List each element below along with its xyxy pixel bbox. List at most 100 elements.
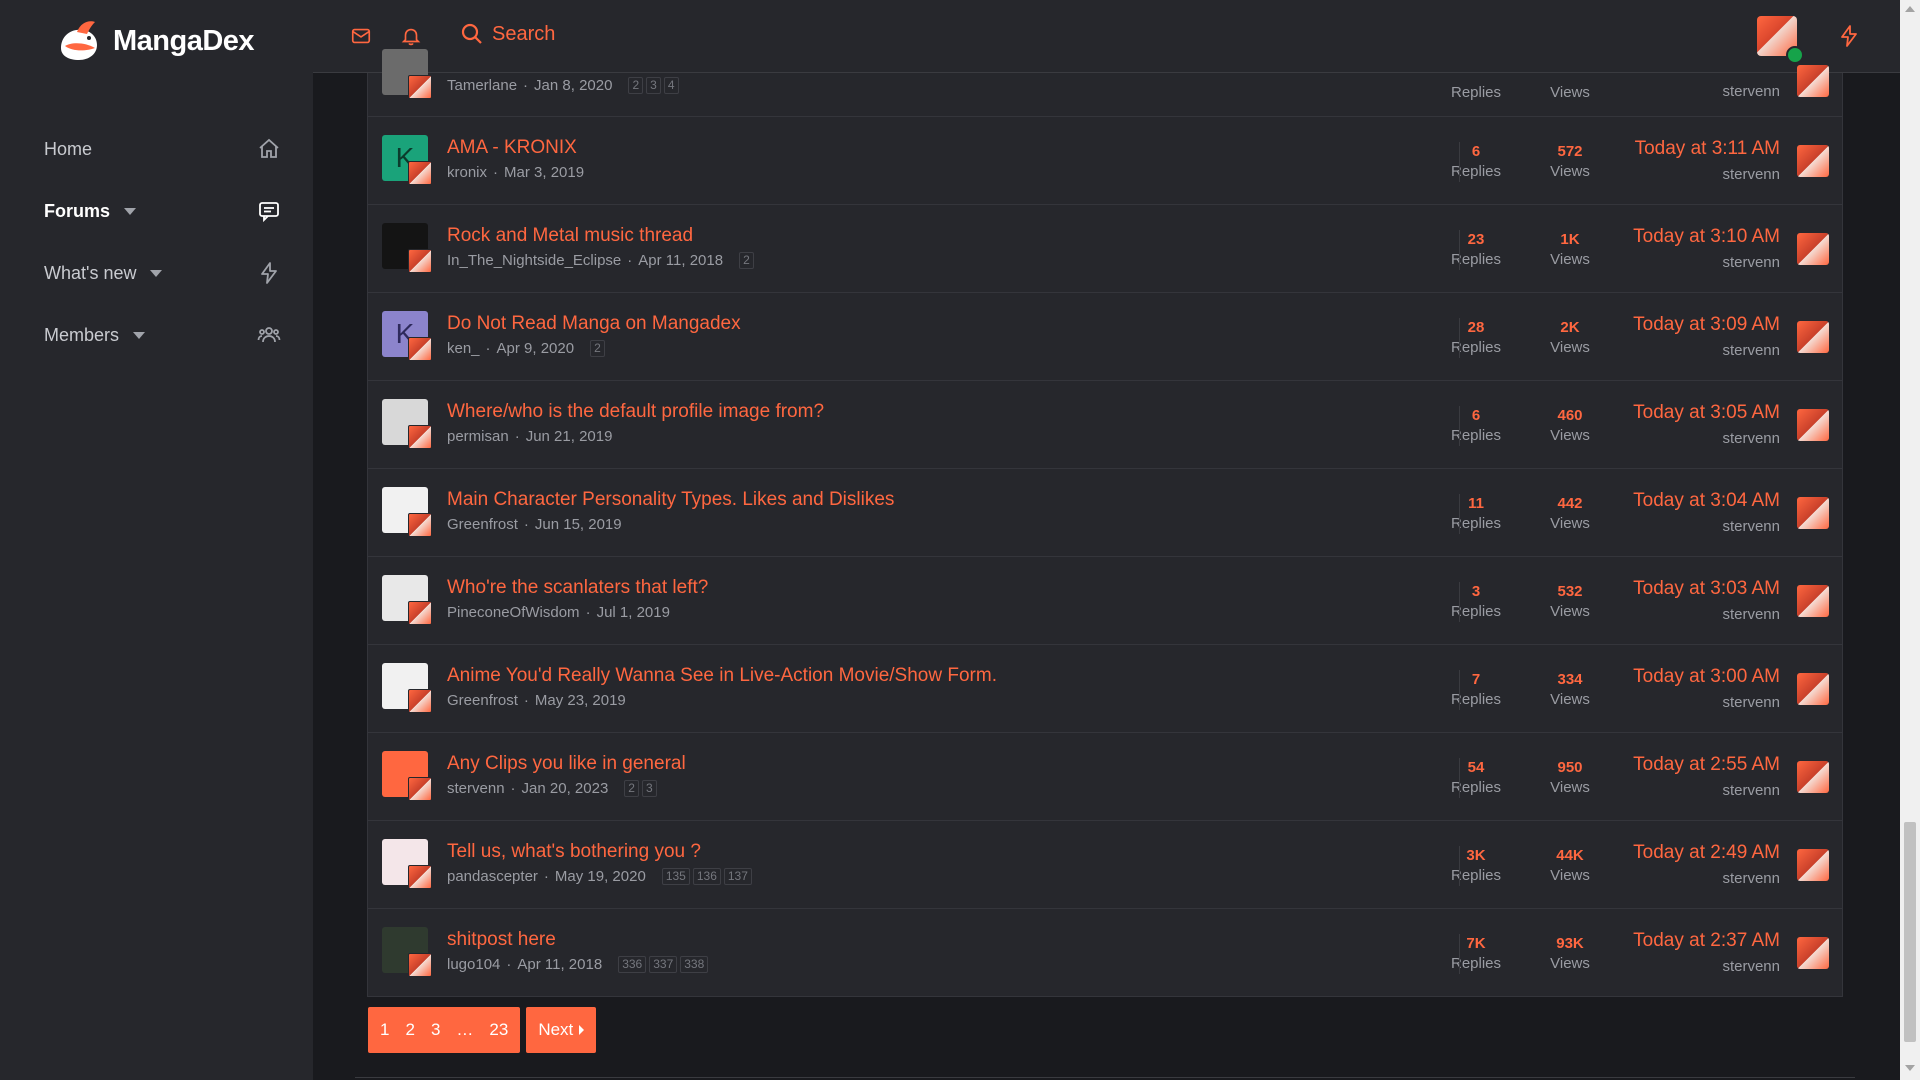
- thread-row[interactable]: Who're the scanlaters that left? Pinecone…: [368, 557, 1842, 645]
- thread-page-link[interactable]: 337: [649, 956, 678, 973]
- last-poster-name[interactable]: stervenn: [1633, 958, 1780, 975]
- scroll-down-arrow-icon[interactable]: [1905, 1065, 1915, 1071]
- thread-title[interactable]: shitpost here: [447, 929, 556, 951]
- thread-title[interactable]: Tell us, what's bothering you ?: [447, 841, 701, 863]
- thread-date[interactable]: Apr 11, 2018: [517, 956, 602, 973]
- thread-page-link[interactable]: 2: [628, 77, 644, 94]
- next-page-button[interactable]: Next: [526, 1007, 597, 1053]
- scrollbar-thumb[interactable]: [1904, 822, 1916, 1042]
- mail-icon[interactable]: [350, 25, 372, 47]
- last-poster-name[interactable]: stervenn: [1633, 782, 1780, 799]
- author-avatar[interactable]: [382, 927, 432, 977]
- thread-page-link[interactable]: 2: [739, 252, 754, 269]
- last-post-time[interactable]: Today at 2:37 AM: [1633, 930, 1780, 952]
- thread-author[interactable]: Greenfrost: [447, 516, 518, 533]
- last-poster-name[interactable]: stervenn: [1633, 430, 1780, 447]
- thread-date[interactable]: Mar 3, 2019: [504, 164, 584, 181]
- last-post-time[interactable]: Today at 3:05 AM: [1633, 402, 1780, 424]
- thread-title[interactable]: Any Clips you like in general: [447, 753, 686, 775]
- search-button[interactable]: Search: [460, 22, 555, 46]
- last-poster-name[interactable]: stervenn: [1633, 694, 1780, 711]
- thread-title[interactable]: Where/who is the default profile image f…: [447, 401, 824, 423]
- thread-date[interactable]: Jun 15, 2019: [535, 516, 622, 533]
- thread-page-link[interactable]: 4: [663, 77, 679, 94]
- last-poster-avatar[interactable]: [1797, 65, 1829, 97]
- thread-date[interactable]: May 23, 2019: [535, 692, 626, 709]
- last-poster-avatar[interactable]: [1797, 673, 1829, 705]
- thread-page-link[interactable]: 338: [680, 956, 709, 973]
- bell-icon[interactable]: [400, 25, 422, 47]
- last-poster-name[interactable]: stervenn: [1633, 254, 1780, 271]
- thread-row[interactable]: Tell us, what's bothering you ? pandascep…: [368, 821, 1842, 909]
- author-avatar[interactable]: [382, 487, 432, 537]
- thread-date[interactable]: Jul 1, 2019: [597, 604, 670, 621]
- thread-author[interactable]: ken_: [447, 340, 480, 357]
- thread-author[interactable]: pandascepter: [447, 868, 538, 885]
- sidebar-item-forums[interactable]: Forums: [0, 180, 313, 242]
- thread-row[interactable]: Rock and Metal music thread In_The_Nights…: [368, 205, 1842, 293]
- thread-title[interactable]: Who're the scanlaters that left?: [447, 577, 708, 599]
- author-avatar[interactable]: [382, 399, 432, 449]
- last-poster-name[interactable]: stervenn: [1635, 166, 1780, 183]
- lightning-icon[interactable]: [1837, 24, 1861, 48]
- thread-page-link[interactable]: 2: [590, 340, 605, 357]
- thread-title[interactable]: Main Character Personality Types. Likes …: [447, 489, 894, 511]
- thread-row[interactable]: Any Clips you like in general stervenn · Ja…: [368, 733, 1842, 821]
- last-poster-avatar[interactable]: [1797, 937, 1829, 969]
- thread-page-link[interactable]: 336: [618, 956, 647, 973]
- thread-row[interactable]: K Do Not Read Manga on Mangadex ken_ · Apr 9…: [368, 293, 1842, 381]
- thread-page-link[interactable]: 3: [641, 780, 657, 797]
- author-avatar[interactable]: [382, 663, 432, 713]
- thread-author[interactable]: permisan: [447, 428, 509, 445]
- thread-date[interactable]: Jan 8, 2020: [534, 77, 612, 94]
- sidebar-item-home[interactable]: Home: [0, 118, 313, 180]
- author-avatar[interactable]: [382, 839, 432, 889]
- page-link[interactable]: 3: [423, 1020, 448, 1040]
- thread-page-link[interactable]: 136: [692, 868, 721, 885]
- last-poster-avatar[interactable]: [1797, 145, 1829, 177]
- last-poster-avatar[interactable]: [1797, 761, 1829, 793]
- logo[interactable]: MangaDex: [55, 18, 255, 64]
- thread-author[interactable]: Tamerlane: [447, 77, 517, 94]
- sidebar-item-members[interactable]: Members: [0, 304, 313, 366]
- page-scrollbar[interactable]: [1900, 0, 1920, 1080]
- thread-page-link[interactable]: 137: [723, 868, 752, 885]
- last-poster-name[interactable]: stervenn: [1633, 870, 1780, 887]
- last-post-time[interactable]: Today at 2:49 AM: [1633, 842, 1780, 864]
- thread-page-link[interactable]: 3: [646, 77, 661, 94]
- author-avatar[interactable]: [382, 751, 432, 801]
- thread-title[interactable]: AMA - KRONIX: [447, 137, 577, 159]
- thread-date[interactable]: Apr 11, 2018: [638, 252, 723, 269]
- last-post-time[interactable]: Today at 3:00 AM: [1633, 666, 1780, 688]
- thread-row[interactable]: Tamerlane · Jan 8, 2020 2 3 4 Replies Views ster…: [368, 49, 1842, 117]
- last-post-time[interactable]: Today at 3:03 AM: [1633, 578, 1780, 600]
- chevron-down-icon[interactable]: [150, 269, 163, 277]
- author-avatar[interactable]: K: [382, 311, 432, 361]
- thread-row[interactable]: Main Character Personality Types. Likes …: [368, 469, 1842, 557]
- last-poster-avatar[interactable]: [1797, 233, 1829, 265]
- author-avatar[interactable]: [382, 49, 432, 99]
- thread-author[interactable]: kronix: [447, 164, 487, 181]
- page-link[interactable]: 2: [397, 1020, 422, 1040]
- author-avatar[interactable]: K: [382, 135, 432, 185]
- thread-title[interactable]: Rock and Metal music thread: [447, 225, 693, 247]
- thread-author[interactable]: In_The_Nightside_Eclipse: [447, 252, 621, 269]
- thread-date[interactable]: Apr 9, 2020: [497, 340, 575, 357]
- page-ellipsis[interactable]: …: [448, 1020, 481, 1040]
- last-poster-name[interactable]: stervenn: [1633, 606, 1780, 623]
- thread-title[interactable]: Do Not Read Manga on Mangadex: [447, 313, 741, 335]
- last-post-time[interactable]: Today at 2:55 AM: [1633, 754, 1780, 776]
- last-post-time[interactable]: Today at 3:09 AM: [1633, 314, 1780, 336]
- thread-author[interactable]: stervenn: [447, 780, 505, 797]
- last-poster-avatar[interactable]: [1797, 497, 1829, 529]
- thread-row[interactable]: shitpost here lugo104 · Apr 11, 2018 336 337 3…: [368, 909, 1842, 996]
- last-poster-avatar[interactable]: [1797, 409, 1829, 441]
- last-poster-name[interactable]: stervenn: [1722, 83, 1780, 100]
- thread-title[interactable]: Anime You'd Really Wanna See in Live-Act…: [447, 665, 997, 687]
- thread-date[interactable]: Jan 20, 2023: [522, 780, 609, 797]
- thread-author[interactable]: lugo104: [447, 956, 500, 973]
- last-poster-name[interactable]: stervenn: [1633, 518, 1780, 535]
- last-post-time[interactable]: Today at 3:11 AM: [1635, 138, 1780, 160]
- last-poster-avatar[interactable]: [1797, 849, 1829, 881]
- last-poster-avatar[interactable]: [1797, 321, 1829, 353]
